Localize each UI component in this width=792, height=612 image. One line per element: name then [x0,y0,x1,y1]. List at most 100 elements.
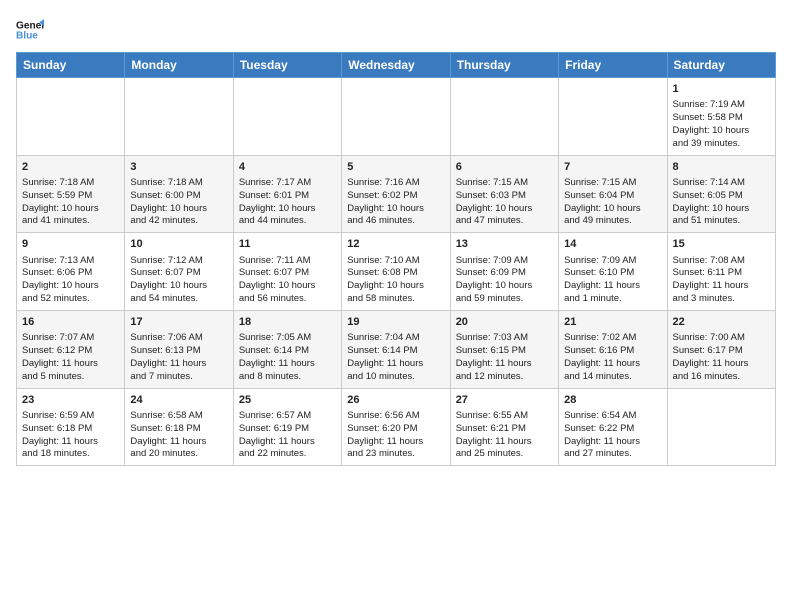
day-number: 26 [347,393,444,408]
calendar-cell: 26 Sunrise: 6:56 AM Sunset: 6:20 PM Dayli… [342,388,450,466]
calendar-cell [342,78,450,156]
day-info: Sunrise: 7:06 AM Sunset: 6:13 PM Dayligh… [130,332,227,383]
calendar-cell [233,78,341,156]
header-row: SundayMondayTuesdayWednesdayThursdayFrid… [17,53,776,78]
day-number: 4 [239,160,336,175]
calendar-cell: 27 Sunrise: 6:55 AM Sunset: 6:21 PM Dayli… [450,388,558,466]
day-number: 27 [456,393,553,408]
day-info: Sunrise: 7:09 AM Sunset: 6:09 PM Dayligh… [456,255,553,306]
day-info: Sunrise: 7:16 AM Sunset: 6:02 PM Dayligh… [347,177,444,228]
day-info: Sunrise: 6:55 AM Sunset: 6:21 PM Dayligh… [456,410,553,461]
calendar-cell: 5 Sunrise: 7:16 AM Sunset: 6:02 PM Daylig… [342,155,450,233]
calendar-cell: 14 Sunrise: 7:09 AM Sunset: 6:10 PM Dayli… [559,233,667,311]
calendar-cell: 7 Sunrise: 7:15 AM Sunset: 6:04 PM Daylig… [559,155,667,233]
day-number: 6 [456,160,553,175]
calendar-cell: 20 Sunrise: 7:03 AM Sunset: 6:15 PM Dayli… [450,310,558,388]
day-info: Sunrise: 6:56 AM Sunset: 6:20 PM Dayligh… [347,410,444,461]
col-header-saturday: Saturday [667,53,775,78]
week-row-2: 2Sunrise: 7:18 AM Sunset: 5:59 PM Daylig… [17,155,776,233]
day-info: Sunrise: 7:18 AM Sunset: 6:00 PM Dayligh… [130,177,227,228]
day-number: 22 [673,315,770,330]
day-info: Sunrise: 7:04 AM Sunset: 6:14 PM Dayligh… [347,332,444,383]
day-info: Sunrise: 7:09 AM Sunset: 6:10 PM Dayligh… [564,255,661,306]
day-number: 28 [564,393,661,408]
calendar-cell: 1 Sunrise: 7:19 AM Sunset: 5:58 PM Daylig… [667,78,775,156]
calendar-cell: 28 Sunrise: 6:54 AM Sunset: 6:22 PM Dayli… [559,388,667,466]
day-number: 8 [673,160,770,175]
calendar-cell: 9 Sunrise: 7:13 AM Sunset: 6:06 PM Daylig… [17,233,125,311]
col-header-tuesday: Tuesday [233,53,341,78]
svg-text:Blue: Blue [16,31,38,42]
day-number: 3 [130,160,227,175]
calendar-cell [125,78,233,156]
col-header-wednesday: Wednesday [342,53,450,78]
week-row-3: 9 Sunrise: 7:13 AM Sunset: 6:06 PM Daylig… [17,233,776,311]
day-number: 9 [22,237,119,252]
week-row-4: 16Sunrise: 7:07 AM Sunset: 6:12 PM Dayli… [17,310,776,388]
calendar-cell [17,78,125,156]
calendar-cell: 12 Sunrise: 7:10 AM Sunset: 6:08 PM Dayli… [342,233,450,311]
calendar-cell [667,388,775,466]
day-number: 1 [673,82,770,97]
col-header-thursday: Thursday [450,53,558,78]
logo-icon: General Blue [16,16,44,44]
calendar-cell [450,78,558,156]
calendar-cell: 25 Sunrise: 6:57 AM Sunset: 6:19 PM Dayli… [233,388,341,466]
calendar-cell: 8 Sunrise: 7:14 AM Sunset: 6:05 PM Daylig… [667,155,775,233]
day-number: 5 [347,160,444,175]
day-number: 23 [22,393,119,408]
header: General Blue [16,16,776,44]
calendar-cell: 17 Sunrise: 7:06 AM Sunset: 6:13 PM Dayli… [125,310,233,388]
day-number: 14 [564,237,661,252]
calendar-cell: 6 Sunrise: 7:15 AM Sunset: 6:03 PM Daylig… [450,155,558,233]
day-number: 15 [673,237,770,252]
day-number: 7 [564,160,661,175]
calendar-cell: 11 Sunrise: 7:11 AM Sunset: 6:07 PM Dayli… [233,233,341,311]
calendar-cell: 10Sunrise: 7:12 AM Sunset: 6:07 PM Dayli… [125,233,233,311]
day-info: Sunrise: 7:10 AM Sunset: 6:08 PM Dayligh… [347,255,444,306]
calendar-cell [559,78,667,156]
day-info: Sunrise: 7:19 AM Sunset: 5:58 PM Dayligh… [673,99,770,150]
day-number: 12 [347,237,444,252]
day-info: Sunrise: 7:07 AM Sunset: 6:12 PM Dayligh… [22,332,119,383]
calendar-cell: 3 Sunrise: 7:18 AM Sunset: 6:00 PM Daylig… [125,155,233,233]
day-number: 20 [456,315,553,330]
calendar-cell: 15 Sunrise: 7:08 AM Sunset: 6:11 PM Dayli… [667,233,775,311]
week-row-1: 1 Sunrise: 7:19 AM Sunset: 5:58 PM Daylig… [17,78,776,156]
day-info: Sunrise: 7:17 AM Sunset: 6:01 PM Dayligh… [239,177,336,228]
calendar-cell: 24Sunrise: 6:58 AM Sunset: 6:18 PM Dayli… [125,388,233,466]
day-info: Sunrise: 7:03 AM Sunset: 6:15 PM Dayligh… [456,332,553,383]
col-header-friday: Friday [559,53,667,78]
calendar-cell: 18 Sunrise: 7:05 AM Sunset: 6:14 PM Dayli… [233,310,341,388]
day-number: 19 [347,315,444,330]
col-header-sunday: Sunday [17,53,125,78]
day-info: Sunrise: 7:15 AM Sunset: 6:04 PM Dayligh… [564,177,661,228]
logo: General Blue [16,16,44,44]
calendar-cell: 13 Sunrise: 7:09 AM Sunset: 6:09 PM Dayli… [450,233,558,311]
day-info: Sunrise: 7:18 AM Sunset: 5:59 PM Dayligh… [22,177,119,228]
day-number: 25 [239,393,336,408]
calendar-cell: 2Sunrise: 7:18 AM Sunset: 5:59 PM Daylig… [17,155,125,233]
day-info: Sunrise: 7:13 AM Sunset: 6:06 PM Dayligh… [22,255,119,306]
day-info: Sunrise: 7:15 AM Sunset: 6:03 PM Dayligh… [456,177,553,228]
day-number: 21 [564,315,661,330]
day-info: Sunrise: 7:14 AM Sunset: 6:05 PM Dayligh… [673,177,770,228]
day-info: Sunrise: 7:08 AM Sunset: 6:11 PM Dayligh… [673,255,770,306]
day-info: Sunrise: 7:05 AM Sunset: 6:14 PM Dayligh… [239,332,336,383]
day-info: Sunrise: 7:11 AM Sunset: 6:07 PM Dayligh… [239,255,336,306]
day-number: 18 [239,315,336,330]
week-row-5: 23 Sunrise: 6:59 AM Sunset: 6:18 PM Dayli… [17,388,776,466]
calendar-table: SundayMondayTuesdayWednesdayThursdayFrid… [16,52,776,466]
day-info: Sunrise: 6:59 AM Sunset: 6:18 PM Dayligh… [22,410,119,461]
calendar-cell: 21Sunrise: 7:02 AM Sunset: 6:16 PM Dayli… [559,310,667,388]
calendar-cell: 16Sunrise: 7:07 AM Sunset: 6:12 PM Dayli… [17,310,125,388]
day-number: 17 [130,315,227,330]
day-info: Sunrise: 6:54 AM Sunset: 6:22 PM Dayligh… [564,410,661,461]
col-header-monday: Monday [125,53,233,78]
calendar-cell: 22Sunrise: 7:00 AM Sunset: 6:17 PM Dayli… [667,310,775,388]
day-info: Sunrise: 7:12 AM Sunset: 6:07 PM Dayligh… [130,255,227,306]
day-number: 24 [130,393,227,408]
day-number: 11 [239,237,336,252]
day-info: Sunrise: 6:57 AM Sunset: 6:19 PM Dayligh… [239,410,336,461]
day-number: 13 [456,237,553,252]
